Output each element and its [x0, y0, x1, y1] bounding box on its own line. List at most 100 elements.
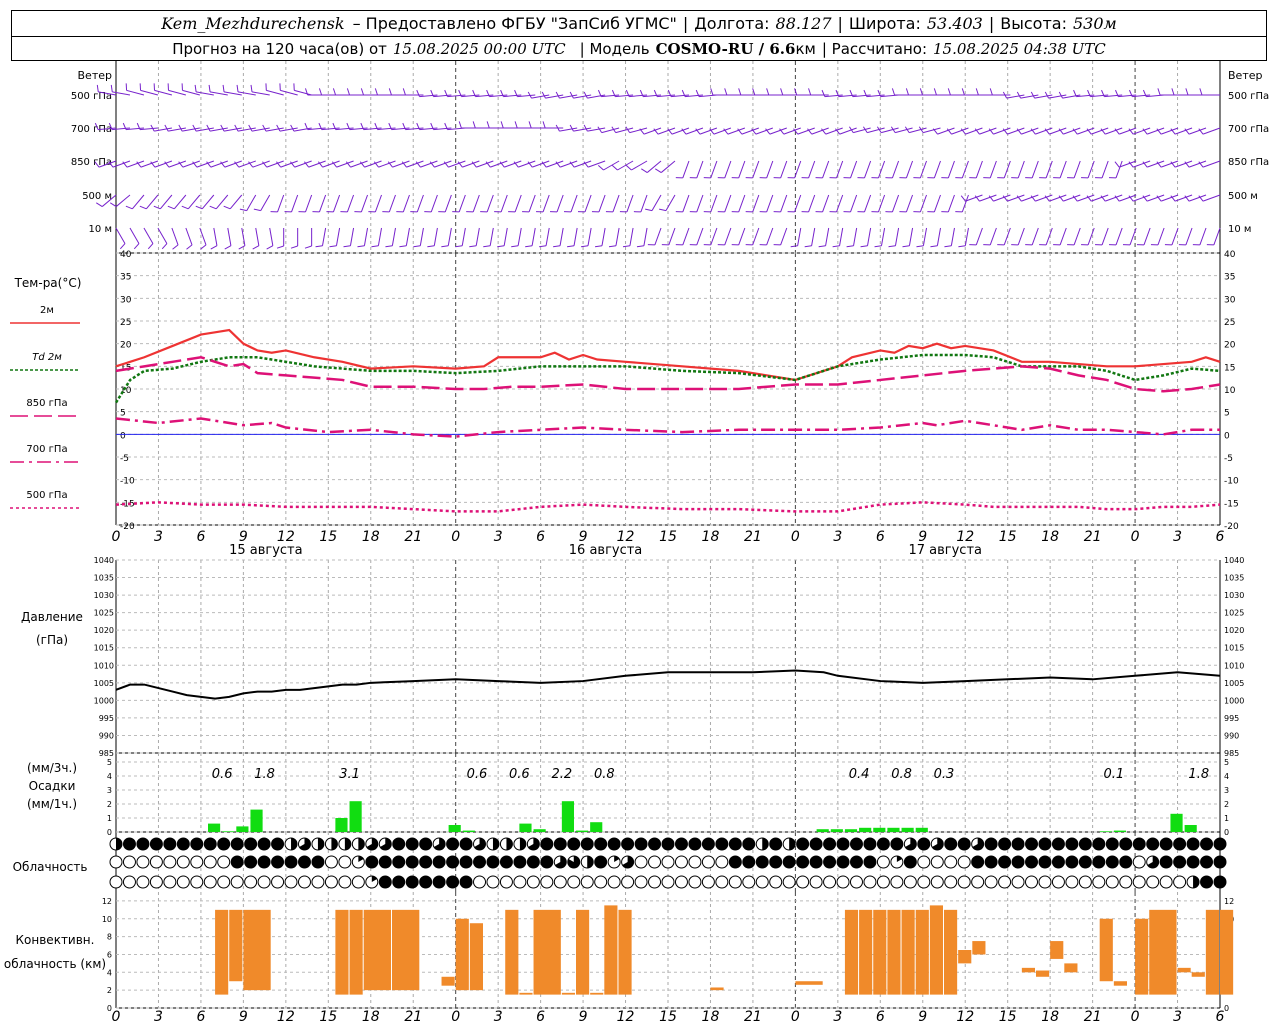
conv-hour-tick: 6	[536, 1009, 545, 1024]
cloud-symbol	[1132, 855, 1146, 869]
precip-3h-value: 0.1	[1104, 767, 1125, 782]
wind-barb-flag	[1058, 91, 1063, 99]
cloud-symbol-fill	[1079, 856, 1092, 868]
wind-barb	[154, 160, 173, 168]
wind-barb	[1147, 160, 1165, 168]
cloud-symbol-fill	[823, 838, 836, 850]
precip-tick-right: 4	[1224, 772, 1229, 781]
wind-barb	[238, 160, 256, 168]
wind-barb	[696, 160, 704, 179]
cloud-symbol-fill	[796, 838, 809, 850]
wind-barb	[1160, 160, 1179, 168]
wind-barb	[560, 160, 578, 168]
cloud-symbol-fill	[688, 838, 701, 850]
temp-hour-tick: 15	[999, 529, 1017, 545]
cloud-symbol	[203, 875, 217, 889]
wind-barb-flag	[239, 208, 247, 212]
conv-cloud-bar	[1177, 967, 1191, 973]
cloud-symbol	[836, 875, 850, 889]
precip-3h-value: 1.8	[1188, 767, 1209, 782]
cloud-symbol	[351, 875, 365, 889]
cloud-symbol-fill	[742, 856, 755, 868]
cloud-symbol	[594, 875, 608, 889]
wind-barb	[1157, 227, 1165, 246]
cloud-symbol-fill	[258, 838, 271, 850]
cloud-symbol-fill	[291, 838, 298, 850]
cloud-symbol	[648, 875, 662, 889]
temp-tick-right: -5	[1224, 454, 1233, 464]
wind-barb	[349, 227, 355, 246]
cloud-symbol-fill	[837, 838, 850, 850]
wind-barb	[836, 194, 844, 213]
conv-cloud-bar	[958, 950, 972, 964]
cloud-symbol-fill	[486, 856, 499, 868]
conv-tick-right: 12	[1224, 897, 1234, 906]
wind-barb	[573, 227, 578, 246]
wind-barb	[867, 227, 872, 246]
cloud-symbol-fill	[1133, 838, 1146, 850]
temp-legend-label: 500 гПа	[26, 490, 67, 501]
wind-barb-flag	[119, 243, 126, 250]
pressure-tick-right: 1020	[1224, 626, 1244, 635]
wind-barb	[210, 160, 228, 168]
wind-barb-flag	[374, 88, 378, 96]
wind-barb	[1147, 127, 1165, 135]
cloud-symbol-fill	[1079, 838, 1092, 850]
wind-barb	[825, 227, 830, 246]
pressure-unit: (гПа)	[36, 633, 68, 647]
cloud-symbol	[1051, 875, 1065, 889]
wind-barb	[752, 227, 760, 246]
cloud-symbol	[203, 855, 217, 869]
wind-barb-flag	[236, 84, 239, 92]
cloud-symbol-fill	[729, 856, 742, 868]
wind-barb	[877, 194, 886, 213]
wind-barb	[377, 227, 383, 246]
wind-barb-flag	[399, 245, 407, 248]
cloud-symbol-fill	[231, 856, 244, 868]
precip-tick-left: 1	[107, 814, 112, 823]
cloud-symbol	[769, 875, 783, 889]
cloud-symbol-fill	[540, 838, 553, 850]
cloud-symbol-fill	[540, 856, 553, 868]
temp-tick-left: 40	[120, 250, 132, 260]
conv-cloud-bar	[590, 992, 604, 995]
cloud-symbol	[567, 875, 581, 889]
wind-barb-flag	[248, 124, 253, 132]
wind-barb-flag	[329, 245, 337, 248]
wind-barb	[574, 160, 592, 168]
cloud-symbol	[971, 875, 985, 889]
temp-tick-left: 35	[120, 273, 131, 283]
cloud-symbol-fill	[358, 838, 365, 850]
cloud-symbol-fill	[1214, 838, 1226, 850]
wind-barb	[1073, 160, 1081, 179]
wind-barb-flag	[1185, 88, 1189, 96]
wind-barb-flag	[645, 208, 653, 212]
wind-barb-flag	[304, 245, 312, 249]
cloud-symbol-fill	[904, 856, 917, 868]
cloud-symbol	[109, 875, 123, 889]
wind-barb-flag	[597, 126, 603, 133]
wind-barb	[475, 227, 480, 246]
cloud-symbol-fill	[123, 838, 136, 850]
temp-hour-tick: 18	[362, 529, 380, 545]
cloud-symbol	[149, 855, 163, 869]
wind-barb	[1188, 127, 1207, 135]
wind-barb-flag	[525, 245, 533, 248]
conv-cloud-bar	[887, 909, 901, 995]
cloud-symbol	[526, 875, 540, 889]
wind-barb	[919, 194, 928, 213]
wind-barb	[305, 194, 313, 213]
wind-barb	[752, 194, 760, 213]
conv-hour-tick: 6	[876, 1009, 885, 1024]
temp-tick-left: 0	[120, 431, 126, 441]
wind-barb-flag	[290, 245, 298, 249]
wind-barb	[682, 160, 690, 179]
cloud-symbol-fill	[985, 856, 998, 868]
wind-barb-flag	[1114, 161, 1120, 168]
cloud-symbol-fill	[136, 838, 149, 850]
conv-hour-tick: 9	[918, 1009, 927, 1024]
cloud-symbol	[755, 875, 769, 889]
wind-barb-flag	[1171, 88, 1175, 96]
pressure-tick-left: 1020	[94, 626, 114, 635]
cloud-symbol	[297, 875, 311, 889]
